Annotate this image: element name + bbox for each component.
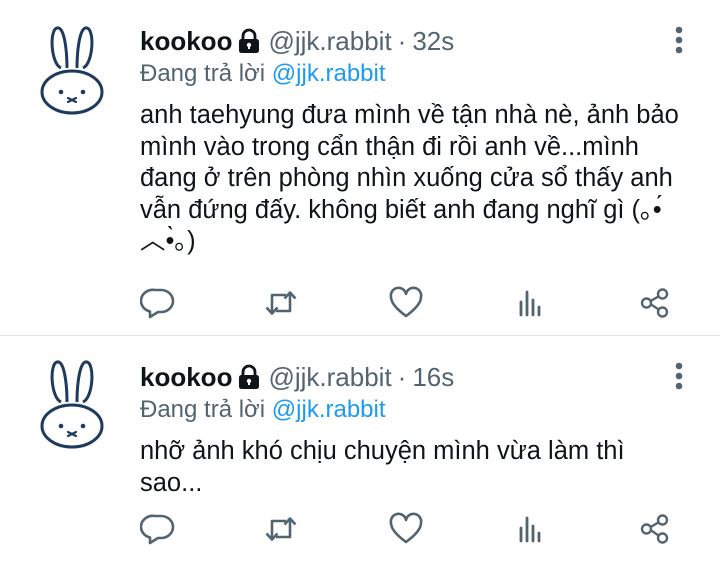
share-icon [637,286,673,320]
reply-button[interactable] [140,286,176,320]
action-bar [140,512,680,546]
avatar[interactable] [37,358,107,450]
tweet-header: kookoo @jjk.rabbit · 32s [140,24,680,58]
analytics-button[interactable] [512,512,548,546]
separator: · [397,362,407,392]
tweet-text: nhỡ ảnh khó chịu chuyện mình vừa làm thì… [140,437,625,497]
display-name[interactable]: kookoo [140,360,232,394]
retweet-button[interactable] [263,286,299,320]
tweet-content: kookoo @jjk.rabbit · 32s Đang trả lời @j… [140,24,680,258]
replying-to-label: Đang trả lời [140,396,266,423]
like-button[interactable] [388,286,424,320]
analytics-icon [512,512,548,546]
tweet[interactable]: kookoo @jjk.rabbit · 16s Đang trả lời @j… [0,336,720,562]
like-icon [388,512,424,546]
analytics-button[interactable] [512,286,548,320]
like-icon [388,286,424,320]
replying-to: Đang trả lời @jjk.rabbit [140,59,680,89]
tweet-text: anh taehyung đưa mình về tận nhà nè, ảnh… [140,101,679,255]
timestamp[interactable]: 16s [412,360,454,394]
tweet-header: kookoo @jjk.rabbit · 16s [140,360,680,394]
reply-mention-link[interactable]: @jjk.rabbit [272,60,386,87]
username-handle[interactable]: @jjk.rabbit [268,360,391,394]
action-bar [140,286,680,320]
share-button[interactable] [637,512,673,546]
reply-icon [140,512,176,546]
like-button[interactable] [388,512,424,546]
lock-icon [236,28,262,54]
reply-mention-link[interactable]: @jjk.rabbit [272,396,386,423]
lock-icon [236,364,262,390]
share-button[interactable] [637,286,673,320]
tweet[interactable]: kookoo @jjk.rabbit · 32s Đang trả lời @j… [0,0,720,336]
analytics-icon [512,286,548,320]
username-handle[interactable]: @jjk.rabbit [268,24,391,58]
reply-icon [140,286,176,320]
retweet-icon [263,286,299,320]
reply-button[interactable] [140,512,176,546]
share-icon [637,512,673,546]
retweet-icon [263,512,299,546]
timestamp[interactable]: 32s [412,24,454,58]
tweet-content: kookoo @jjk.rabbit · 16s Đang trả lời @j… [140,360,680,499]
replying-to: Đang trả lời @jjk.rabbit [140,395,680,425]
display-name[interactable]: kookoo [140,24,232,58]
avatar[interactable] [37,24,107,116]
replying-to-label: Đang trả lời [140,60,266,87]
retweet-button[interactable] [263,512,299,546]
separator: · [397,26,407,56]
